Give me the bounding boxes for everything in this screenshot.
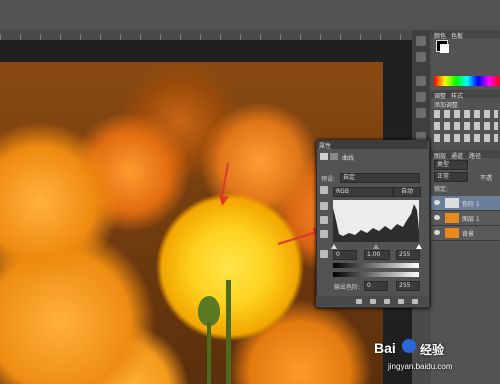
actions-icon[interactable] — [416, 52, 426, 62]
properties-tabbar: 曲线 — [318, 152, 426, 162]
layer-row-curves[interactable]: 色阶 1 — [431, 196, 500, 211]
add-adjustment-label: 添加调整 — [434, 102, 459, 109]
opacity-label: 不透 — [480, 175, 493, 182]
input-gamma-value: 1.00 — [367, 251, 381, 258]
auto-button[interactable]: 自动 — [393, 187, 421, 197]
properties-title: 属性 — [319, 143, 332, 150]
histogram-graph — [333, 204, 419, 242]
output-black-value: 0 — [367, 282, 371, 289]
visibility-eye-icon[interactable] — [434, 200, 440, 205]
input-black-slider[interactable] — [331, 244, 337, 249]
tab-layers[interactable]: 图层 — [434, 151, 446, 160]
layer-row-layer1[interactable]: 图层 1 — [431, 211, 500, 226]
histogram[interactable] — [333, 200, 419, 242]
gray-point-eyedropper-icon[interactable] — [320, 216, 328, 224]
blend-mode-select[interactable]: 正常 — [434, 172, 468, 182]
adjustments-panel-header: 调整 样式 — [431, 90, 500, 100]
white-point-eyedropper-icon[interactable] — [320, 230, 328, 238]
tab-paths[interactable]: 路径 — [469, 151, 481, 160]
watermark-logo: Bai — [374, 340, 396, 356]
baidu-paw-icon — [402, 339, 416, 353]
tab-channels[interactable]: 通道 — [451, 151, 463, 160]
character-icon[interactable] — [416, 92, 426, 102]
layer-name: 色阶 1 — [462, 201, 480, 208]
output-white-value: 255 — [399, 282, 411, 289]
flower-stem — [226, 280, 231, 384]
color-panel-header: 颜色 色板 — [431, 30, 500, 40]
adjustment-icons-row-3[interactable] — [434, 134, 498, 142]
layer-kind-label: 类型 — [437, 161, 450, 168]
preset-value: 自定 — [343, 174, 356, 181]
history-icon[interactable] — [416, 36, 426, 46]
channel-select[interactable]: RGB — [333, 187, 393, 197]
watermark-url: jingyan.baidu.com — [388, 362, 453, 371]
histogram-shape — [333, 204, 419, 242]
reset-icon[interactable] — [384, 299, 390, 304]
layer-name: 背景 — [462, 231, 475, 238]
tab-styles[interactable]: 样式 — [451, 91, 463, 100]
brush-presets-icon[interactable] — [416, 76, 426, 86]
annotation-arrowhead-flower — [217, 195, 229, 207]
tab-color[interactable]: 颜色 — [434, 31, 446, 40]
channel-value: RGB — [336, 188, 349, 195]
black-point-eyedropper-icon[interactable] — [320, 202, 328, 210]
layer-kind-filter[interactable]: 类型 — [434, 160, 468, 170]
preset-label: 预设: — [321, 176, 336, 183]
output-levels-label: 输出色阶: — [334, 284, 361, 291]
delete-icon[interactable] — [412, 299, 418, 304]
properties-tab-label: 曲线 — [342, 155, 355, 162]
input-black-value: 0 — [336, 251, 340, 258]
input-white-slider[interactable] — [416, 244, 422, 249]
clip-to-layer-icon[interactable] — [356, 299, 362, 304]
paragraph-icon[interactable] — [416, 108, 426, 118]
auto-button-label: 自动 — [400, 188, 413, 195]
bud-stem — [207, 322, 211, 384]
output-gradient-bar — [333, 272, 419, 277]
output-white-field[interactable]: 255 — [396, 281, 420, 291]
background-thumb — [445, 228, 459, 238]
layers-panel-header: 图层 通道 路径 — [431, 150, 500, 160]
mask-icon[interactable] — [330, 153, 338, 160]
on-image-adjust-icon[interactable] — [320, 186, 328, 194]
input-white-field[interactable]: 255 — [396, 250, 420, 260]
properties-titlebar[interactable]: 属性 — [316, 140, 428, 150]
lock-label: 锁定: — [434, 186, 449, 193]
visibility-eye-icon[interactable] — [434, 215, 440, 220]
adjustment-icons-row-1[interactable] — [434, 110, 498, 118]
visibility-toggle-icon[interactable] — [398, 299, 404, 304]
blend-mode-value: 正常 — [437, 173, 450, 180]
layer-name: 图层 1 — [462, 216, 480, 223]
curves-adjustment-thumb — [445, 198, 459, 208]
options-bar — [0, 0, 500, 30]
input-black-field[interactable]: 0 — [333, 250, 357, 260]
clipping-warning-icon[interactable] — [320, 250, 328, 258]
layer-row-background[interactable]: 背景 — [431, 226, 500, 241]
view-previous-icon[interactable] — [370, 299, 376, 304]
watermark-brand: 经验 — [420, 343, 445, 357]
adjustment-icons-row-2[interactable] — [434, 122, 498, 130]
tab-swatches[interactable]: 色板 — [451, 31, 463, 40]
output-black-field[interactable]: 0 — [364, 281, 388, 291]
curves-icon — [320, 153, 328, 160]
input-gray-slider[interactable] — [373, 244, 379, 249]
layer-thumb — [445, 213, 459, 223]
background-color-swatch[interactable] — [440, 44, 449, 53]
color-spectrum[interactable] — [434, 76, 500, 86]
preset-select[interactable]: 自定 — [340, 173, 420, 183]
input-gamma-field[interactable]: 1.00 — [364, 250, 390, 260]
visibility-eye-icon[interactable] — [434, 230, 440, 235]
input-gradient-bar — [333, 263, 419, 268]
input-white-value: 255 — [399, 251, 411, 258]
tab-adjustments[interactable]: 调整 — [434, 91, 446, 100]
